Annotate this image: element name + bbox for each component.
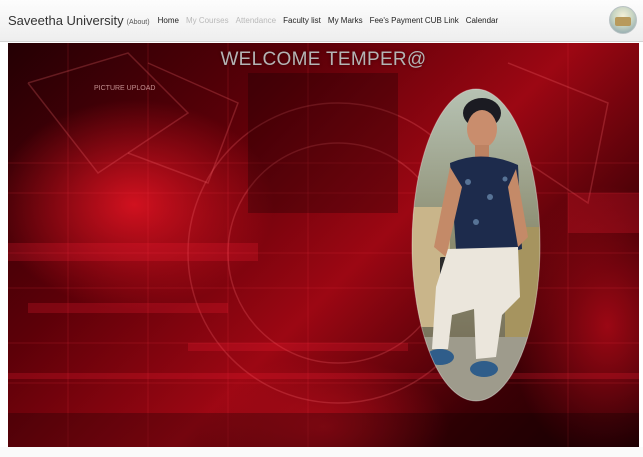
nav-fee-payment[interactable]: Fee's Payment CUB Link xyxy=(370,16,459,25)
hero-banner: WELCOME TEMPER@ PICTURE UPLOAD xyxy=(8,43,639,447)
top-navbar: Saveetha University (About) Home My Cour… xyxy=(0,0,643,42)
nav-faculty-list[interactable]: Faculty list xyxy=(283,16,321,25)
welcome-heading: WELCOME TEMPER@ xyxy=(220,49,427,70)
photo-content xyxy=(412,89,540,401)
user-avatar[interactable] xyxy=(609,6,637,34)
nav-my-courses[interactable]: My Courses xyxy=(186,16,229,25)
nav-calendar[interactable]: Calendar xyxy=(466,16,498,25)
nav-my-marks[interactable]: My Marks xyxy=(328,16,363,25)
picture-upload-link[interactable]: PICTURE UPLOAD xyxy=(94,85,155,92)
avatar-icon xyxy=(615,17,631,26)
hero-background-art xyxy=(8,43,639,447)
page-footer-area xyxy=(0,447,643,457)
nav-home[interactable]: Home xyxy=(158,16,179,25)
nav-attendance[interactable]: Attendance xyxy=(236,16,276,25)
brand-about-link[interactable]: (About) xyxy=(127,19,150,26)
profile-photo[interactable] xyxy=(410,87,542,403)
brand-title[interactable]: Saveetha University xyxy=(8,13,124,28)
